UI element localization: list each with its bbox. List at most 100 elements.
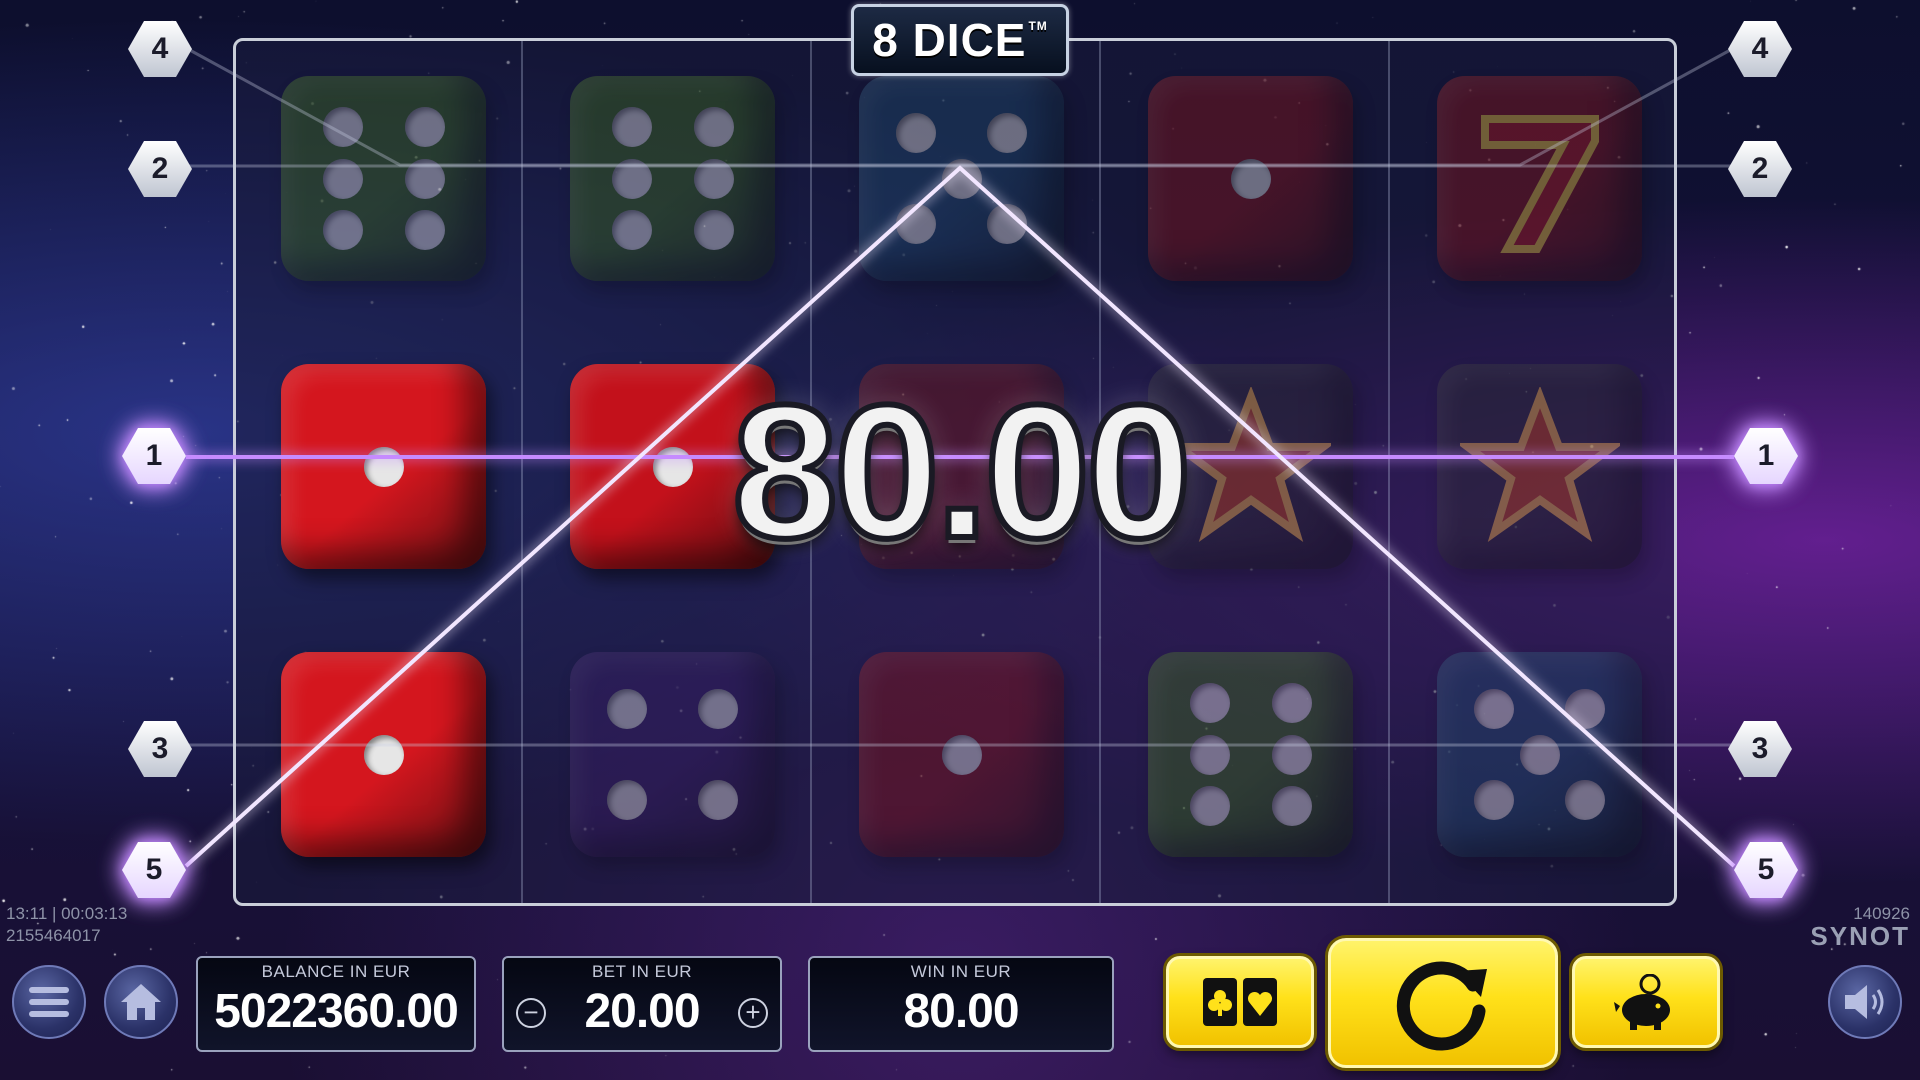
payline-number: 1 bbox=[1734, 428, 1798, 484]
die-pip bbox=[1271, 785, 1312, 826]
payline-badge-right-3: 3 bbox=[1724, 717, 1796, 781]
die-pip bbox=[1271, 683, 1312, 724]
round-id: 2155464017 bbox=[6, 926, 101, 945]
die-pip bbox=[1564, 779, 1605, 820]
payline-badge-right-1: 1 bbox=[1730, 424, 1802, 488]
payline-badge-left-5: 5 bbox=[118, 838, 190, 902]
die-pip bbox=[363, 734, 404, 775]
die-pip bbox=[1564, 689, 1605, 730]
die-pip bbox=[322, 158, 363, 199]
bet-label: BET IN EUR bbox=[591, 962, 693, 981]
card-gamble-icon bbox=[1203, 978, 1277, 1026]
die-pip bbox=[693, 107, 734, 148]
star-symbol-icon bbox=[1437, 364, 1642, 569]
die-r2-row1 bbox=[570, 76, 775, 281]
die-pip bbox=[986, 203, 1027, 244]
die-pip bbox=[1189, 734, 1230, 775]
win-panel: WIN IN EUR 80.00 bbox=[808, 956, 1114, 1052]
win-label: WIN IN EUR bbox=[910, 962, 1012, 981]
speaker-icon bbox=[1845, 985, 1884, 1019]
die-pip bbox=[941, 158, 982, 199]
die-pip bbox=[693, 209, 734, 250]
die-r5-row2 bbox=[1437, 364, 1642, 569]
die-r2-row3 bbox=[570, 652, 775, 857]
die-pip bbox=[404, 209, 445, 250]
die-pip bbox=[322, 209, 363, 250]
die-r1-row2 bbox=[281, 364, 486, 569]
die-pip bbox=[607, 779, 648, 820]
payline-number: 3 bbox=[1728, 721, 1792, 777]
die-r1-row3 bbox=[281, 652, 486, 857]
session-clock: 13:11 | 00:03:13 bbox=[6, 904, 128, 923]
game-logo: 8 DICE TM bbox=[851, 4, 1069, 76]
die-pip bbox=[363, 446, 404, 487]
payline-badge-left-2: 2 bbox=[124, 137, 196, 201]
big-win-amount: 80.00 bbox=[729, 363, 1194, 581]
trademark-mark: TM bbox=[1028, 19, 1048, 33]
die-pip bbox=[986, 113, 1027, 154]
reel-divider bbox=[521, 41, 523, 903]
payline-number: 4 bbox=[128, 21, 192, 77]
die-pip bbox=[404, 158, 445, 199]
die-r5-row3 bbox=[1437, 652, 1642, 857]
payline-badge-right-5: 5 bbox=[1730, 838, 1802, 902]
payline-number: 4 bbox=[1728, 21, 1792, 77]
payline-number: 1 bbox=[122, 428, 186, 484]
sound-button[interactable] bbox=[1828, 965, 1902, 1039]
spin-refresh-icon bbox=[1396, 961, 1487, 1051]
bet-increase-button[interactable]: + bbox=[738, 998, 768, 1028]
die-pip bbox=[1189, 683, 1230, 724]
balance-panel: BALANCE IN EUR 5022360.00 bbox=[196, 956, 476, 1052]
die-r3-row3 bbox=[859, 652, 1064, 857]
die-pip bbox=[611, 158, 652, 199]
die-r3-row1 bbox=[859, 76, 1064, 281]
balance-label: BALANCE IN EUR bbox=[261, 962, 411, 981]
die-pip bbox=[896, 113, 937, 154]
die-pip bbox=[941, 734, 982, 775]
home-button[interactable] bbox=[104, 965, 178, 1039]
balance-value: 5022360.00 bbox=[214, 985, 459, 1038]
die-pip bbox=[697, 689, 738, 730]
bet-panel: BET IN EUR 20.00 − + bbox=[502, 956, 782, 1052]
die-r1-row1 bbox=[281, 76, 486, 281]
payline-number: 5 bbox=[1734, 842, 1798, 898]
die-pip bbox=[607, 689, 648, 730]
payline-number: 3 bbox=[128, 721, 192, 777]
die-pip bbox=[322, 107, 363, 148]
gamble-button[interactable] bbox=[1166, 956, 1314, 1048]
die-r4-row1 bbox=[1148, 76, 1353, 281]
reel-divider bbox=[1388, 41, 1390, 903]
payline-number: 2 bbox=[128, 141, 192, 197]
payline-badge-left-3: 3 bbox=[124, 717, 196, 781]
die-pip bbox=[611, 107, 652, 148]
menu-button[interactable] bbox=[12, 965, 86, 1039]
die-pip bbox=[1519, 734, 1560, 775]
die-pip bbox=[1474, 779, 1515, 820]
payline-badge-left-1: 1 bbox=[118, 424, 190, 488]
payline-number: 2 bbox=[1728, 141, 1792, 197]
die-pip bbox=[1230, 158, 1271, 199]
die-pip bbox=[611, 209, 652, 250]
die-pip bbox=[1474, 689, 1515, 730]
die-r4-row3 bbox=[1148, 652, 1353, 857]
die-pip bbox=[1271, 734, 1312, 775]
payline-number: 5 bbox=[122, 842, 186, 898]
piggy-bank-icon bbox=[1614, 974, 1670, 1030]
provider-logo: SYNOT bbox=[1810, 921, 1910, 951]
die-pip bbox=[1189, 785, 1230, 826]
die-pip bbox=[697, 779, 738, 820]
bet-decrease-button[interactable]: − bbox=[516, 998, 546, 1028]
session-info: 13:11 | 00:03:13 2155464017 bbox=[6, 903, 127, 947]
game-title: 8 DICE bbox=[872, 14, 1027, 66]
build-info: 140926 SYNOT bbox=[1810, 903, 1910, 951]
menu-icon bbox=[29, 987, 69, 1017]
payline-badge-left-4: 4 bbox=[124, 17, 196, 81]
home-icon bbox=[121, 984, 161, 1020]
payline-badge-right-4: 4 bbox=[1724, 17, 1796, 81]
die-pip bbox=[896, 203, 937, 244]
die-pip bbox=[693, 158, 734, 199]
seven-symbol-icon bbox=[1437, 76, 1642, 281]
payline-badge-right-2: 2 bbox=[1724, 137, 1796, 201]
autoplay-button[interactable] bbox=[1572, 956, 1720, 1048]
spin-button[interactable] bbox=[1328, 938, 1558, 1068]
